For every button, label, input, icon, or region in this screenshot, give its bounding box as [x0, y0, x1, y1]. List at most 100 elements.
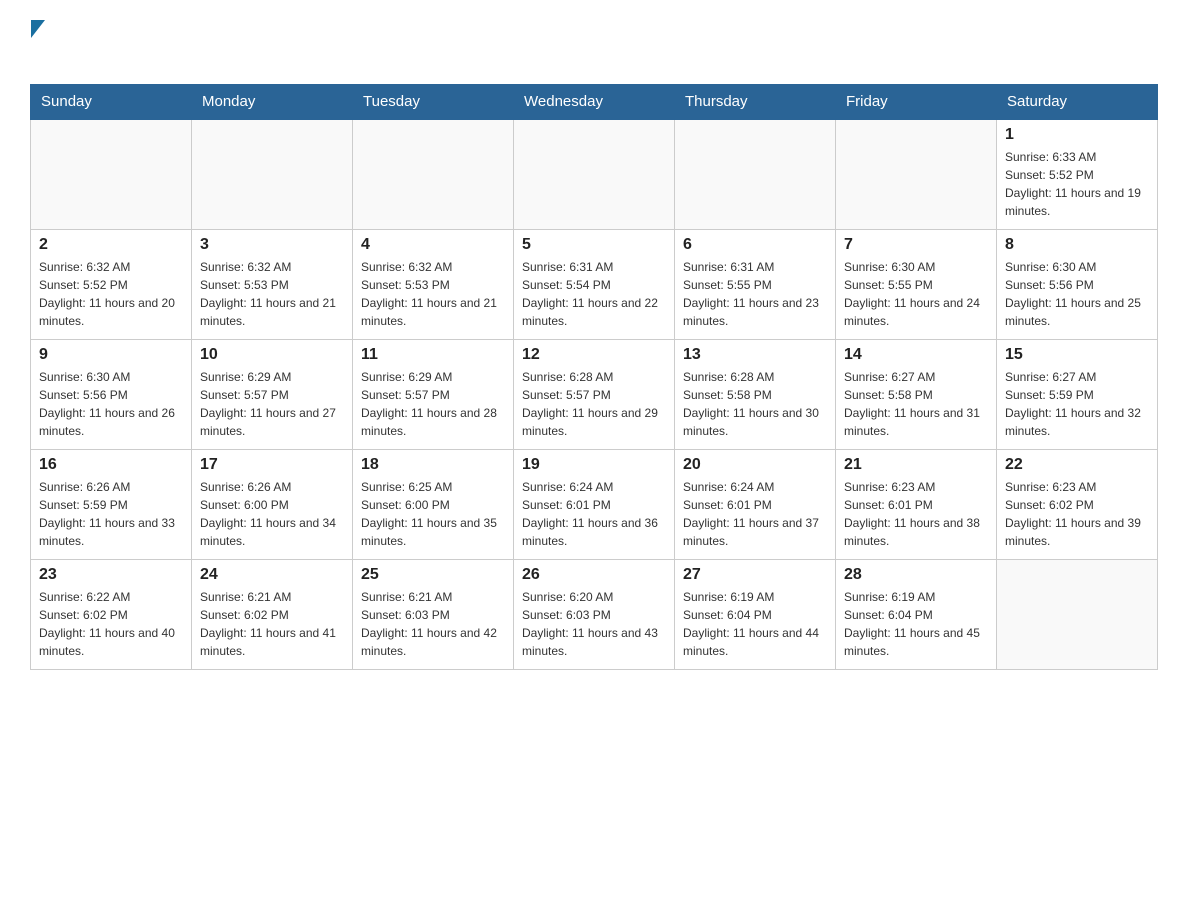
day-number: 27	[683, 566, 827, 584]
day-number: 28	[844, 566, 988, 584]
day-cell: 5Sunrise: 6:31 AMSunset: 5:54 PMDaylight…	[514, 229, 675, 339]
week-row-2: 2 Sunrise: 6:32 AMSunset: 5:52 PMDaylight…	[31, 229, 1158, 339]
day-cell	[836, 119, 997, 229]
day-cell	[514, 119, 675, 229]
weekday-header-tuesday: Tuesday	[353, 85, 514, 120]
day-number: 12	[522, 346, 666, 364]
day-cell: 17Sunrise: 6:26 AMSunset: 6:00 PMDayligh…	[192, 449, 353, 559]
calendar-header: SundayMondayTuesdayWednesdayThursdayFrid…	[31, 85, 1158, 120]
day-number: 20	[683, 456, 827, 474]
day-cell: 23 Sunrise: 6:22 AMSunset: 6:02 PMDayligh…	[31, 559, 192, 669]
day-number: 1	[1005, 126, 1149, 144]
day-number: 4	[361, 236, 505, 254]
day-number: 6	[683, 236, 827, 254]
day-info: Sunrise: 6:24 AMSunset: 6:01 PMDaylight:…	[522, 478, 666, 550]
day-cell: 26 Sunrise: 6:20 AMSunset: 6:03 PMDayligh…	[514, 559, 675, 669]
day-number: 9	[39, 346, 183, 364]
day-cell: 9 Sunrise: 6:30 AMSunset: 5:56 PMDaylight…	[31, 339, 192, 449]
weekday-header-saturday: Saturday	[997, 85, 1158, 120]
week-row-4: 16 Sunrise: 6:26 AMSunset: 5:59 PMDayligh…	[31, 449, 1158, 559]
day-number: 16	[39, 456, 183, 474]
weekday-header-friday: Friday	[836, 85, 997, 120]
day-number: 7	[844, 236, 988, 254]
header	[30, 20, 1158, 68]
day-number: 23	[39, 566, 183, 584]
day-number: 8	[1005, 236, 1149, 254]
day-info: Sunrise: 6:20 AMSunset: 6:03 PMDaylight:…	[522, 588, 666, 660]
day-number: 2	[39, 236, 183, 254]
day-cell: 27 Sunrise: 6:19 AMSunset: 6:04 PMDayligh…	[675, 559, 836, 669]
day-info: Sunrise: 6:28 AMSunset: 5:57 PMDaylight:…	[522, 368, 666, 440]
day-cell	[675, 119, 836, 229]
week-row-1: 1 Sunrise: 6:33 AMSunset: 5:52 PMDaylight…	[31, 119, 1158, 229]
day-number: 24	[200, 566, 344, 584]
day-info: Sunrise: 6:25 AMSunset: 6:00 PMDaylight:…	[361, 478, 505, 550]
day-info: Sunrise: 6:22 AMSunset: 6:02 PMDaylight:…	[39, 588, 183, 660]
day-number: 26	[522, 566, 666, 584]
day-cell: 6 Sunrise: 6:31 AMSunset: 5:55 PMDaylight…	[675, 229, 836, 339]
day-number: 25	[361, 566, 505, 584]
day-cell: 18 Sunrise: 6:25 AMSunset: 6:00 PMDayligh…	[353, 449, 514, 559]
day-cell: 4 Sunrise: 6:32 AMSunset: 5:53 PMDaylight…	[353, 229, 514, 339]
day-info: Sunrise: 6:30 AMSunset: 5:56 PMDaylight:…	[39, 368, 183, 440]
day-info: Sunrise: 6:32 AMSunset: 5:53 PMDaylight:…	[361, 258, 505, 330]
day-cell: 10Sunrise: 6:29 AMSunset: 5:57 PMDayligh…	[192, 339, 353, 449]
day-info: Sunrise: 6:26 AMSunset: 5:59 PMDaylight:…	[39, 478, 183, 550]
day-cell: 3 Sunrise: 6:32 AMSunset: 5:53 PMDaylight…	[192, 229, 353, 339]
day-number: 19	[522, 456, 666, 474]
day-cell: 20Sunrise: 6:24 AMSunset: 6:01 PMDayligh…	[675, 449, 836, 559]
day-cell: 2 Sunrise: 6:32 AMSunset: 5:52 PMDaylight…	[31, 229, 192, 339]
day-number: 14	[844, 346, 988, 364]
day-cell	[353, 119, 514, 229]
day-cell: 21 Sunrise: 6:23 AMSunset: 6:01 PMDayligh…	[836, 449, 997, 559]
day-cell: 15 Sunrise: 6:27 AMSunset: 5:59 PMDayligh…	[997, 339, 1158, 449]
day-info: Sunrise: 6:21 AMSunset: 6:02 PMDaylight:…	[200, 588, 344, 660]
week-row-5: 23 Sunrise: 6:22 AMSunset: 6:02 PMDayligh…	[31, 559, 1158, 669]
day-cell: 11 Sunrise: 6:29 AMSunset: 5:57 PMDayligh…	[353, 339, 514, 449]
day-number: 13	[683, 346, 827, 364]
day-cell: 25 Sunrise: 6:21 AMSunset: 6:03 PMDayligh…	[353, 559, 514, 669]
day-info: Sunrise: 6:27 AMSunset: 5:59 PMDaylight:…	[1005, 368, 1149, 440]
day-info: Sunrise: 6:28 AMSunset: 5:58 PMDaylight:…	[683, 368, 827, 440]
day-number: 22	[1005, 456, 1149, 474]
day-cell	[997, 559, 1158, 669]
day-cell	[31, 119, 192, 229]
day-info: Sunrise: 6:19 AMSunset: 6:04 PMDaylight:…	[844, 588, 988, 660]
day-cell: 13 Sunrise: 6:28 AMSunset: 5:58 PMDayligh…	[675, 339, 836, 449]
day-number: 18	[361, 456, 505, 474]
day-info: Sunrise: 6:31 AMSunset: 5:55 PMDaylight:…	[683, 258, 827, 330]
day-cell: 19 Sunrise: 6:24 AMSunset: 6:01 PMDayligh…	[514, 449, 675, 559]
day-info: Sunrise: 6:32 AMSunset: 5:52 PMDaylight:…	[39, 258, 183, 330]
day-info: Sunrise: 6:21 AMSunset: 6:03 PMDaylight:…	[361, 588, 505, 660]
day-info: Sunrise: 6:29 AMSunset: 5:57 PMDaylight:…	[200, 368, 344, 440]
day-cell: 12 Sunrise: 6:28 AMSunset: 5:57 PMDayligh…	[514, 339, 675, 449]
calendar-table: SundayMondayTuesdayWednesdayThursdayFrid…	[30, 84, 1158, 670]
day-cell: 24 Sunrise: 6:21 AMSunset: 6:02 PMDayligh…	[192, 559, 353, 669]
day-cell: 22 Sunrise: 6:23 AMSunset: 6:02 PMDayligh…	[997, 449, 1158, 559]
day-info: Sunrise: 6:26 AMSunset: 6:00 PMDaylight:…	[200, 478, 344, 550]
day-cell: 8 Sunrise: 6:30 AMSunset: 5:56 PMDaylight…	[997, 229, 1158, 339]
day-cell: 7 Sunrise: 6:30 AMSunset: 5:55 PMDaylight…	[836, 229, 997, 339]
day-number: 21	[844, 456, 988, 474]
day-info: Sunrise: 6:19 AMSunset: 6:04 PMDaylight:…	[683, 588, 827, 660]
day-info: Sunrise: 6:23 AMSunset: 6:01 PMDaylight:…	[844, 478, 988, 550]
day-info: Sunrise: 6:30 AMSunset: 5:55 PMDaylight:…	[844, 258, 988, 330]
day-info: Sunrise: 6:30 AMSunset: 5:56 PMDaylight:…	[1005, 258, 1149, 330]
weekday-header-row: SundayMondayTuesdayWednesdayThursdayFrid…	[31, 85, 1158, 120]
day-info: Sunrise: 6:27 AMSunset: 5:58 PMDaylight:…	[844, 368, 988, 440]
day-cell: 16 Sunrise: 6:26 AMSunset: 5:59 PMDayligh…	[31, 449, 192, 559]
calendar-body: 1 Sunrise: 6:33 AMSunset: 5:52 PMDaylight…	[31, 119, 1158, 669]
day-info: Sunrise: 6:33 AMSunset: 5:52 PMDaylight:…	[1005, 148, 1149, 220]
day-cell: 14 Sunrise: 6:27 AMSunset: 5:58 PMDayligh…	[836, 339, 997, 449]
day-info: Sunrise: 6:31 AMSunset: 5:54 PMDaylight:…	[522, 258, 666, 330]
day-cell: 1 Sunrise: 6:33 AMSunset: 5:52 PMDaylight…	[997, 119, 1158, 229]
day-info: Sunrise: 6:29 AMSunset: 5:57 PMDaylight:…	[361, 368, 505, 440]
day-number: 3	[200, 236, 344, 254]
day-number: 15	[1005, 346, 1149, 364]
day-info: Sunrise: 6:23 AMSunset: 6:02 PMDaylight:…	[1005, 478, 1149, 550]
day-info: Sunrise: 6:32 AMSunset: 5:53 PMDaylight:…	[200, 258, 344, 330]
weekday-header-wednesday: Wednesday	[514, 85, 675, 120]
logo	[30, 20, 45, 68]
weekday-header-monday: Monday	[192, 85, 353, 120]
day-number: 11	[361, 346, 505, 364]
